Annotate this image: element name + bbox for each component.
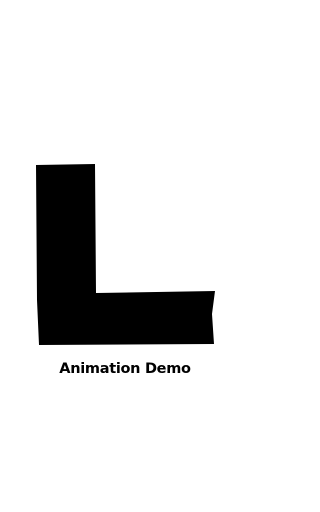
splash-screen: Animation Demo bbox=[0, 0, 250, 512]
app-title: Animation Demo bbox=[59, 361, 191, 377]
letter-l-logo-icon bbox=[36, 164, 215, 345]
